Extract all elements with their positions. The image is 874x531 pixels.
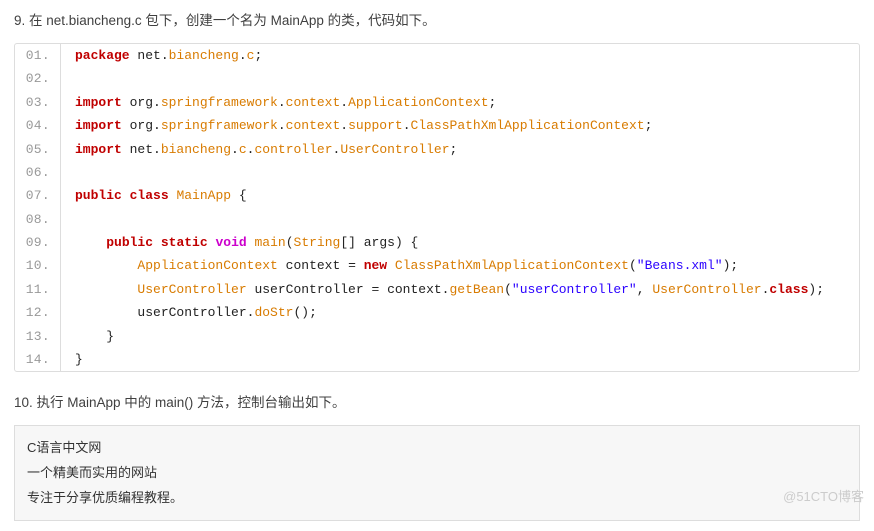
line-number: 07. xyxy=(15,184,61,207)
step-9-heading: 9. 在 net.biancheng.c 包下，创建一个名为 MainApp 的… xyxy=(14,10,860,33)
code-line: 14.} xyxy=(15,348,859,371)
code-block-mainapp: 01.package net.biancheng.c;02.03.import … xyxy=(14,43,860,372)
code-line: 13. } xyxy=(15,325,859,348)
line-number: 11. xyxy=(15,278,61,301)
code-line: 06. xyxy=(15,161,859,184)
code-line: 04.import org.springframework.context.su… xyxy=(15,114,859,137)
line-number: 04. xyxy=(15,114,61,137)
watermark: @51CTO博客 xyxy=(783,486,864,505)
line-number: 08. xyxy=(15,208,61,231)
line-number: 14. xyxy=(15,348,61,371)
line-number: 01. xyxy=(15,44,61,67)
code-line: 01.package net.biancheng.c; xyxy=(15,44,859,67)
line-number: 10. xyxy=(15,254,61,277)
line-code: package net.biancheng.c; xyxy=(61,44,262,67)
code-line: 08. xyxy=(15,208,859,231)
line-number: 09. xyxy=(15,231,61,254)
code-line: 03.import org.springframework.context.Ap… xyxy=(15,91,859,114)
line-code: import org.springframework.context.suppo… xyxy=(61,114,652,137)
code-line: 12. userController.doStr(); xyxy=(15,301,859,324)
line-code: import net.biancheng.c.controller.UserCo… xyxy=(61,138,457,161)
line-code: public static void main(String[] args) { xyxy=(61,231,418,254)
code-line: 02. xyxy=(15,67,859,90)
line-number: 02. xyxy=(15,67,61,90)
output-line: 专注于分享优质编程教程。 xyxy=(27,486,847,511)
line-number: 13. xyxy=(15,325,61,348)
code-line: 09. public static void main(String[] arg… xyxy=(15,231,859,254)
line-number: 03. xyxy=(15,91,61,114)
output-line: C语言中文网 xyxy=(27,436,847,461)
code-line: 07.public class MainApp { xyxy=(15,184,859,207)
code-line: 10. ApplicationContext context = new Cla… xyxy=(15,254,859,277)
line-number: 12. xyxy=(15,301,61,324)
code-line: 05.import net.biancheng.c.controller.Use… xyxy=(15,138,859,161)
line-number: 06. xyxy=(15,161,61,184)
line-number: 05. xyxy=(15,138,61,161)
line-code: public class MainApp { xyxy=(61,184,247,207)
line-code: ApplicationContext context = new ClassPa… xyxy=(61,254,738,277)
line-code: userController.doStr(); xyxy=(61,301,317,324)
line-code: import org.springframework.context.Appli… xyxy=(61,91,496,114)
line-code: UserController userController = context.… xyxy=(61,278,824,301)
step-10-heading: 10. 执行 MainApp 中的 main() 方法，控制台输出如下。 xyxy=(14,392,860,415)
output-line: 一个精美而实用的网站 xyxy=(27,461,847,486)
line-code: } xyxy=(61,348,83,371)
line-code: } xyxy=(61,325,114,348)
console-output: C语言中文网一个精美而实用的网站专注于分享优质编程教程。 xyxy=(14,425,860,521)
code-line: 11. UserController userController = cont… xyxy=(15,278,859,301)
